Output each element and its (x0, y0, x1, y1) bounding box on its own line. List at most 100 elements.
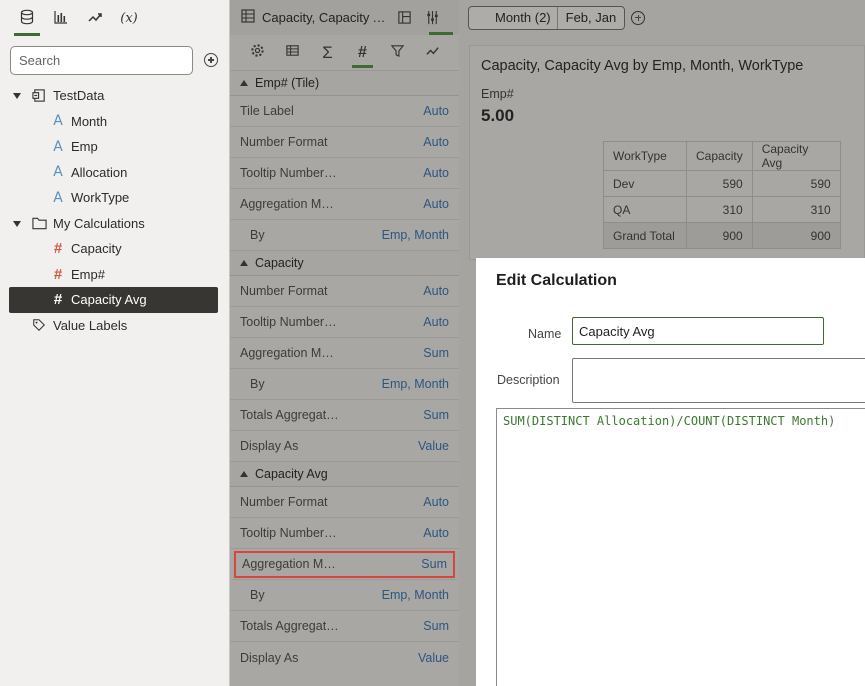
tree-item-allocation[interactable]: A Allocation (0, 160, 230, 186)
tree-item-label: Emp# (71, 266, 105, 282)
section-header-capacity[interactable]: Capacity (230, 251, 459, 276)
prop-value[interactable]: Sum (423, 346, 449, 360)
tree-item-capacity[interactable]: # Capacity (0, 236, 230, 262)
prop-value[interactable]: Emp, Month (382, 228, 449, 242)
prop-row-highlighted[interactable]: Aggregation M… Sum (232, 549, 457, 580)
column-header[interactable]: WorkType (603, 141, 687, 171)
tab-trend[interactable] (415, 35, 450, 71)
name-label: Name (528, 327, 562, 341)
prop-row[interactable]: Number Format Auto (230, 487, 459, 518)
tree-item-emp[interactable]: A Emp (0, 134, 230, 160)
tab-analytics[interactable]: Σ (310, 35, 345, 71)
table-cell: QA (603, 196, 687, 223)
filter-value: Feb, Jan (556, 6, 625, 29)
add-icon[interactable] (204, 53, 218, 67)
section-header-capacity-avg[interactable]: Capacity Avg (230, 462, 459, 487)
properties-icon[interactable] (422, 8, 442, 28)
prop-row[interactable]: Tooltip Number… Auto (230, 307, 459, 338)
tab-visualizations[interactable] (44, 0, 78, 36)
add-filter-icon[interactable] (631, 10, 646, 25)
table-cell: 900 (751, 222, 841, 249)
search-input[interactable]: Search (10, 45, 193, 75)
prop-value[interactable]: Emp, Month (382, 377, 449, 391)
tree-item-testdata[interactable]: TestData (0, 83, 230, 109)
prop-row[interactable]: Tile Label Auto (230, 96, 459, 127)
tab-data[interactable] (10, 0, 44, 36)
prop-row[interactable]: Aggregation M… Sum (230, 338, 459, 369)
prop-value[interactable]: Sum (423, 408, 449, 422)
prop-row[interactable]: Number Format Auto (230, 276, 459, 307)
tab-filters[interactable] (380, 35, 415, 71)
expression-editor[interactable]: SUM(DISTINCT Allocation)/COUNT(DISTINCT … (496, 408, 865, 686)
folder-icon (31, 215, 47, 231)
prop-row[interactable]: Aggregation M… Auto (230, 189, 459, 220)
attribute-icon: A (53, 189, 63, 206)
prop-value[interactable]: Auto (423, 135, 449, 149)
table-cell: Grand Total (603, 222, 687, 249)
tree-item-month[interactable]: A Month (0, 109, 230, 135)
tree-item-label: Emp (71, 139, 98, 155)
section-header-emp-tile[interactable]: Emp# (Tile) (230, 71, 459, 96)
prop-value[interactable]: Auto (423, 197, 449, 211)
prop-label: Tooltip Number… (240, 526, 337, 540)
tab-general[interactable] (240, 35, 275, 71)
collapse-icon (240, 471, 248, 477)
table-row: QA 310 310 (603, 196, 841, 223)
dialog-title: Edit Calculation (496, 272, 617, 289)
table-cell: 310 (686, 196, 753, 223)
prop-row[interactable]: By Emp, Month (230, 369, 459, 400)
prop-value[interactable]: Emp, Month (382, 588, 449, 602)
prop-value[interactable]: Value (418, 439, 449, 453)
prop-row[interactable]: Display As Value (230, 642, 459, 673)
tab-values[interactable]: # (345, 35, 380, 71)
prop-value[interactable]: Auto (423, 284, 449, 298)
prop-row[interactable]: Totals Aggregat… Sum (230, 611, 459, 642)
prop-value[interactable]: Auto (423, 526, 449, 540)
prop-row[interactable]: Tooltip Number… Auto (230, 158, 459, 189)
prop-value[interactable]: Auto (423, 495, 449, 509)
layout-icon[interactable] (394, 8, 414, 28)
prop-row[interactable]: By Emp, Month (230, 220, 459, 251)
tile-label: Emp# (481, 87, 514, 101)
table-row: Dev 590 590 (603, 170, 841, 197)
caret-down-icon[interactable] (13, 93, 21, 99)
tree-item-label: My Calculations (53, 215, 145, 231)
column-header[interactable]: Capacity Avg (751, 141, 841, 171)
tree-item-emp-count[interactable]: # Emp# (0, 262, 230, 288)
tab-axis[interactable] (275, 35, 310, 71)
filter-bar: Month (2) Feb, Jan (459, 0, 865, 35)
prop-value[interactable]: Sum (421, 557, 447, 571)
tab-parameters[interactable]: (x) (112, 0, 146, 36)
number-icon: # (358, 43, 367, 61)
prop-value[interactable]: Auto (423, 315, 449, 329)
attribute-icon: A (53, 138, 63, 155)
prop-value[interactable]: Auto (423, 166, 449, 180)
prop-value[interactable]: Value (418, 651, 449, 665)
collapse-icon (240, 80, 248, 86)
prop-value[interactable]: Auto (423, 104, 449, 118)
prop-row[interactable]: Number Format Auto (230, 127, 459, 158)
tree-item-capacity-avg[interactable]: # Capacity Avg (9, 287, 218, 313)
column-header[interactable]: Capacity (686, 141, 753, 171)
caret-down-icon[interactable] (13, 220, 21, 227)
measure-icon: # (53, 240, 63, 258)
prop-row[interactable]: Tooltip Number… Auto (230, 518, 459, 549)
description-field[interactable] (572, 358, 865, 403)
filter-month[interactable]: Month (2) Feb, Jan (468, 5, 626, 30)
viz-title: Capacity, Capacity Avg by Emp, Month, Wo… (481, 58, 804, 74)
collapse-icon (240, 260, 248, 266)
tree-item-my-calculations[interactable]: My Calculations (0, 211, 230, 237)
tree-item-value-labels[interactable]: Value Labels (0, 313, 230, 339)
attribute-icon: A (53, 164, 63, 181)
tree-item-worktype[interactable]: A WorkType (0, 185, 230, 211)
prop-value[interactable]: Sum (423, 619, 449, 633)
table-cell: 310 (751, 196, 841, 223)
viz-card[interactable]: Capacity, Capacity Avg by Emp, Month, Wo… (469, 45, 865, 260)
name-field[interactable]: Capacity Avg (572, 317, 824, 345)
prop-row[interactable]: Totals Aggregat… Sum (230, 400, 459, 431)
tab-analytics[interactable] (78, 0, 112, 36)
prop-row[interactable]: Display As Value (230, 431, 459, 462)
prop-row[interactable]: By Emp, Month (230, 580, 459, 611)
gear-icon (250, 43, 265, 62)
prop-label: Aggregation M… (242, 557, 336, 571)
